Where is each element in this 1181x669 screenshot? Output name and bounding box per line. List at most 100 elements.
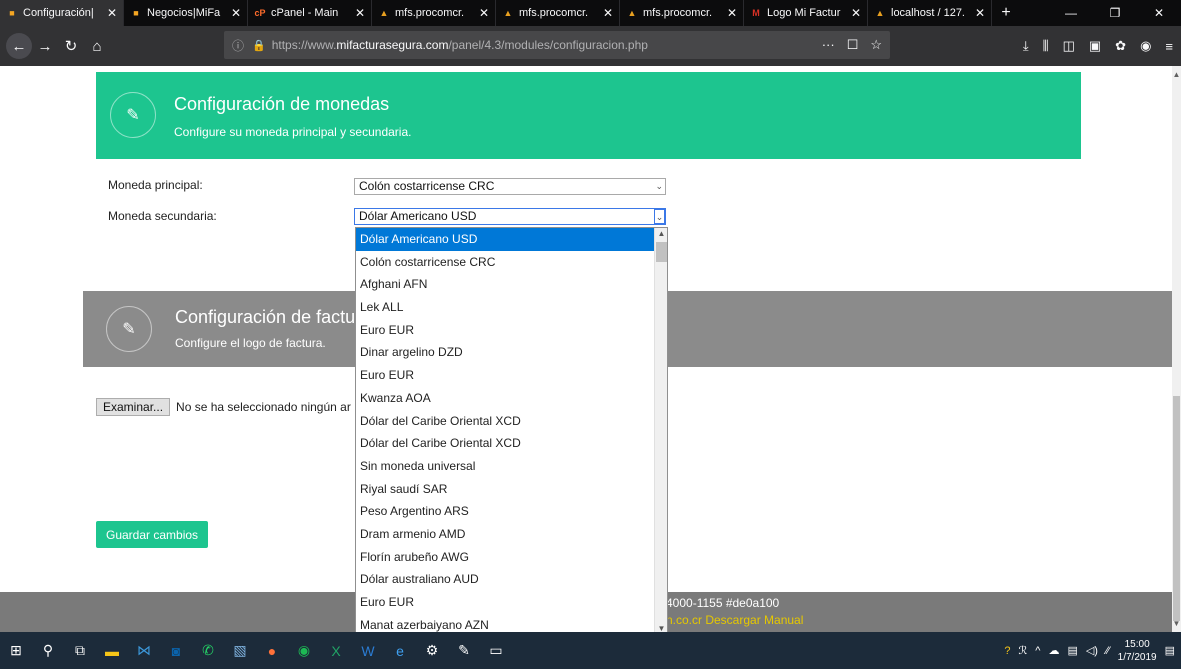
dropdown-scrollbar[interactable]: ▲ ▼ [654, 228, 667, 632]
search-icon[interactable]: ⚲ [32, 632, 64, 669]
close-tab-icon[interactable]: ✕ [851, 6, 861, 20]
dropdown-option[interactable]: Afghani AFN [356, 273, 654, 296]
browser-tab[interactable]: ▲ mfs.procomcr. ✕ [372, 0, 496, 26]
dropdown-option[interactable]: Manat azerbaiyano AZN [356, 614, 654, 632]
browser-tab[interactable]: ▲ mfs.procomcr. ✕ [620, 0, 744, 26]
account-icon[interactable]: ◉ [1140, 38, 1151, 54]
pocket-icon[interactable]: ☐ [847, 37, 859, 53]
file-status-text: No se ha seleccionado ningún ar [176, 400, 351, 414]
close-tab-icon[interactable]: ✕ [727, 6, 737, 20]
whatsapp-icon[interactable]: ✆ [192, 632, 224, 669]
restore-icon[interactable]: ❐ [1093, 0, 1137, 26]
close-tab-icon[interactable]: ✕ [975, 6, 985, 20]
dropdown-option[interactable]: Euro EUR [356, 319, 654, 342]
dropdown-option[interactable]: Kwanza AOA [356, 387, 654, 410]
word-icon[interactable]: W [352, 632, 384, 669]
dropdown-option[interactable]: Euro EUR [356, 591, 654, 614]
browser-tab[interactable]: ■ Negocios|MiFa ✕ [124, 0, 248, 26]
dropdown-option[interactable]: Florín arubeño AWG [356, 546, 654, 569]
chevron-up-icon[interactable]: ^ [1035, 645, 1040, 657]
download-icon[interactable]: ⤓ [1023, 38, 1029, 54]
notifications-icon[interactable]: ▤ [1165, 644, 1175, 657]
windows-start-icon[interactable]: ⊞ [0, 632, 32, 669]
back-button[interactable]: ← [6, 33, 32, 59]
browser-tab[interactable]: cP cPanel - Main ✕ [248, 0, 372, 26]
tab-title: Configuración| [23, 7, 94, 19]
currency-panel-title: Configuración de monedas [174, 94, 390, 114]
excel-icon[interactable]: X [320, 632, 352, 669]
secondary-currency-value: Dólar Americano USD [359, 209, 477, 223]
scroll-down-icon[interactable]: ▼ [655, 624, 667, 632]
tab-title: Negocios|MiFa [147, 7, 221, 19]
sidebar-icon[interactable]: ◫ [1063, 38, 1075, 54]
paint-icon[interactable]: ✎ [448, 632, 480, 669]
close-tab-icon[interactable]: ✕ [355, 6, 365, 20]
dropdown-option[interactable]: Dólar Americano USD [356, 228, 654, 251]
dropdown-option[interactable]: Colón costarricense CRC [356, 251, 654, 274]
edge-icon[interactable]: e [384, 632, 416, 669]
close-tab-icon[interactable]: ✕ [231, 6, 241, 20]
browser-tab[interactable]: ▲ mfs.procomcr. ✕ [496, 0, 620, 26]
secondary-currency-dropdown[interactable]: Dólar Americano USD Colón costarricense C… [355, 227, 668, 632]
info-icon[interactable]: ⓘ [232, 37, 244, 54]
file-explorer-icon[interactable]: ▬ [96, 632, 128, 669]
dropdown-option[interactable]: Lek ALL [356, 296, 654, 319]
browse-button[interactable]: Examinar... [96, 398, 171, 416]
browser-tab[interactable]: ■ Configuración| ✕ [0, 0, 124, 26]
remote-desktop-icon[interactable]: ▧ [224, 632, 256, 669]
system-tray: ? ℛ ^ ☁ ▤ ◁) ⁄⁄ 15:00 1/7/2019 ▤ [1004, 638, 1181, 664]
settings-gear-icon[interactable]: ⚙ [416, 632, 448, 669]
primary-currency-select[interactable]: Colón costarricense CRC ⌄ [354, 178, 666, 195]
page-actions-icon[interactable]: ··· [822, 37, 835, 53]
terminal-icon[interactable]: ▭ [480, 632, 512, 669]
dropdown-option[interactable]: Dólar del Caribe Oriental XCD [356, 410, 654, 433]
dropdown-option[interactable]: Dinar argelino DZD [356, 341, 654, 364]
menu-icon[interactable]: ≡ [1165, 39, 1173, 54]
scroll-down-icon[interactable]: ▼ [1172, 619, 1181, 628]
taskbar-clock[interactable]: 15:00 1/7/2019 [1118, 638, 1157, 664]
page-scroll-thumb[interactable] [1173, 396, 1180, 621]
wifi-icon[interactable]: ⁄⁄ [1106, 645, 1110, 657]
close-tab-icon[interactable]: ✕ [107, 6, 117, 20]
dropdown-option[interactable]: Euro EUR [356, 364, 654, 387]
close-window-icon[interactable]: ✕ [1137, 0, 1181, 26]
browser-tab[interactable]: M Logo Mi Factur ✕ [744, 0, 868, 26]
scroll-up-icon[interactable]: ▲ [655, 229, 667, 238]
dropdown-option[interactable]: Dólar australiano AUD [356, 568, 654, 591]
secondary-currency-select[interactable]: Dólar Americano USD ⌄ [354, 208, 666, 225]
close-tab-icon[interactable]: ✕ [603, 6, 613, 20]
new-tab-button[interactable]: + [992, 0, 1020, 26]
people-icon[interactable]: ℛ [1018, 644, 1027, 657]
close-tab-icon[interactable]: ✕ [479, 6, 489, 20]
page-scrollbar[interactable]: ▲ ▼ [1172, 66, 1181, 632]
task-view-icon[interactable]: ⧉ [64, 632, 96, 669]
network-icon[interactable]: ▤ [1067, 644, 1077, 657]
dropdown-option[interactable]: Peso Argentino ARS [356, 500, 654, 523]
spotify-icon[interactable]: ◉ [288, 632, 320, 669]
extension-icon[interactable]: ✿ [1115, 38, 1126, 54]
procomcr-favicon-icon: ▲ [627, 8, 637, 18]
url-bar[interactable]: ⓘ 🔒 https://www. mifacturasegura.com/pane… [224, 31, 890, 59]
bookmark-star-icon[interactable]: ☆ [870, 37, 882, 53]
dropdown-option[interactable]: Riyal saudí SAR [356, 478, 654, 501]
footer-manual-link[interactable]: n.co.cr Descargar Manual [666, 613, 803, 627]
volume-icon[interactable]: ◁) [1086, 644, 1098, 657]
pocket-save-icon[interactable]: ▣ [1089, 38, 1101, 54]
dropdown-scroll-thumb[interactable] [656, 242, 667, 262]
forward-button[interactable]: → [32, 33, 58, 59]
help-icon[interactable]: ? [1004, 645, 1010, 657]
minimize-icon[interactable]: — [1049, 0, 1093, 26]
onedrive-icon[interactable]: ☁ [1048, 644, 1059, 657]
dropdown-option[interactable]: Sin moneda universal [356, 455, 654, 478]
scroll-up-icon[interactable]: ▲ [1172, 70, 1181, 79]
browser-tab[interactable]: ▲ localhost / 127. ✕ [868, 0, 992, 26]
outlook-icon[interactable]: ◙ [160, 632, 192, 669]
firefox-icon[interactable]: ● [256, 632, 288, 669]
home-icon[interactable]: ⌂ [84, 33, 110, 59]
save-changes-button[interactable]: Guardar cambios [96, 521, 209, 548]
reload-button[interactable]: ↻ [58, 33, 84, 59]
vscode-icon[interactable]: ⋈ [128, 632, 160, 669]
dropdown-option[interactable]: Dólar del Caribe Oriental XCD [356, 432, 654, 455]
library-icon[interactable]: ⫼ [1043, 38, 1049, 54]
dropdown-option[interactable]: Dram armenio AMD [356, 523, 654, 546]
